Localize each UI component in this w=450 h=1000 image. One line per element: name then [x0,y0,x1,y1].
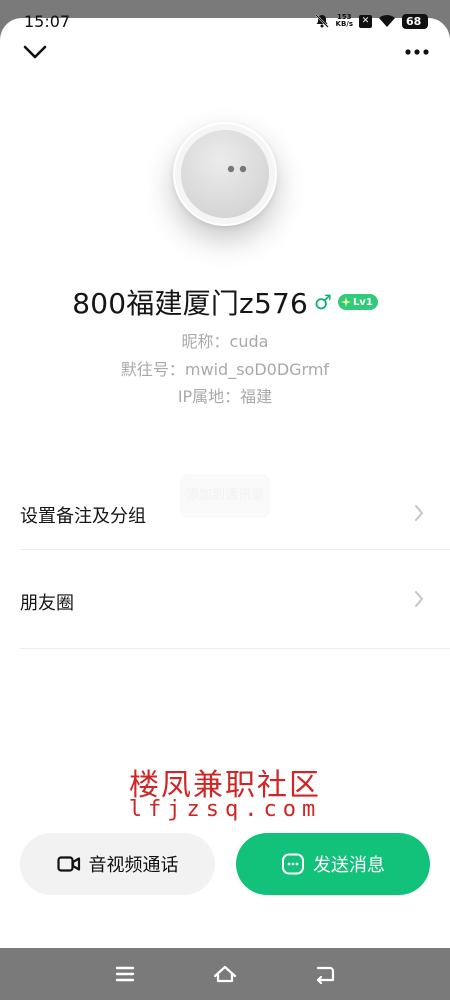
sparkle-icon [340,297,351,307]
name-row: 800福建厦门z576 ♂ Lv1 [0,282,450,322]
network-speed-unit: KB/s [335,20,353,28]
menu-item-moments[interactable]: 朋友圈 [20,550,450,649]
avatar[interactable] [173,122,277,226]
chevron-right-icon [415,591,423,607]
system-nav-bar [0,948,450,1000]
send-message-label: 发送消息 [313,855,385,876]
video-camera-icon [56,856,80,872]
ip-location-text: IP属地：福建 [177,387,273,406]
home-icon[interactable] [213,964,237,984]
status-time: 15:07 [24,12,71,31]
level-badge: Lv1 [337,294,378,310]
chat-bubble-icon [282,853,304,875]
nickname-text: 昵称：cuda [181,332,269,351]
network-speed: 153 KB/s [336,14,353,28]
send-message-button[interactable]: 发送消息 [236,833,430,895]
back-icon[interactable] [313,964,337,984]
status-bar: 15:07 153 KB/s ✕ 68 [0,0,450,36]
default-avatar-icon [181,130,269,218]
mute-bell-icon [314,14,329,28]
menu-item-label: 设置备注及分组 [20,506,146,527]
status-icons: 153 KB/s ✕ 68 [314,13,428,29]
display-name: 800福建厦门z576 [72,287,308,320]
wifi-icon [379,14,395,27]
video-call-button[interactable]: 音视频通话 [20,833,215,895]
more-horizontal-icon[interactable] [404,45,430,59]
chevron-down-icon[interactable] [22,42,48,62]
menu-item-remark-group[interactable]: 设置备注及分组 [20,462,450,550]
video-call-label: 音视频通话 [88,855,179,876]
avatar-image [181,130,269,218]
battery-level: 68 [402,13,428,29]
chevron-right-icon [415,505,423,521]
menu-item-label: 朋友圈 [20,593,74,614]
level-badge-label: Lv1 [352,296,373,308]
menu-icon[interactable] [113,964,137,984]
sim-none-icon: ✕ [359,14,372,28]
watermark-url: lfjzsq.com [128,797,322,822]
account-id-text: 默往号：mwid_soD0DGrmf [120,360,330,379]
male-icon: ♂ [314,290,332,314]
